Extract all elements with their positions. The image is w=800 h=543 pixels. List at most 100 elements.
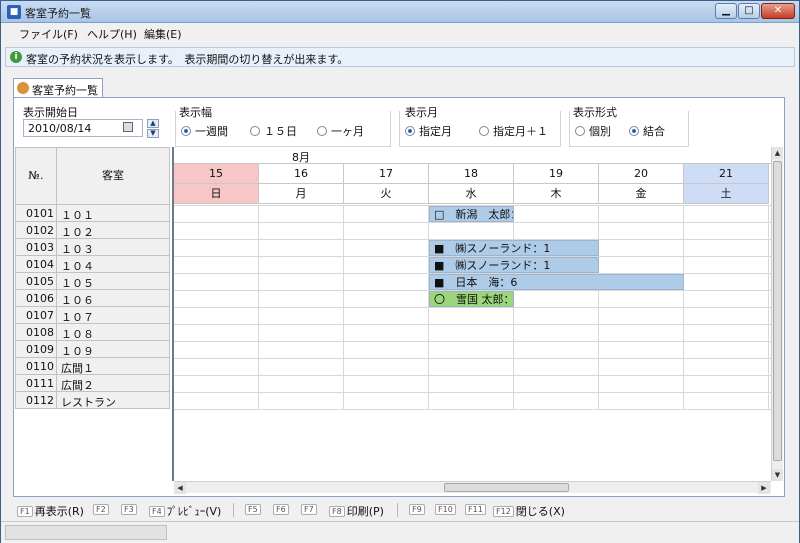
room-row[interactable]: 0111 広間２: [15, 375, 170, 392]
calendar-icon[interactable]: [123, 122, 133, 132]
day-weekday-header: 月: [259, 184, 344, 204]
room-number: 0109: [15, 341, 57, 358]
f3-button[interactable]: F3: [121, 503, 139, 517]
f4-button[interactable]: F4 ﾌﾟﾚﾋﾞｭｰ(V): [149, 503, 221, 518]
room-row[interactable]: 0107 １０７: [15, 307, 170, 324]
radio-specified-month[interactable]: 指定月: [405, 123, 452, 139]
f2-button[interactable]: F2: [93, 503, 111, 517]
room-number: 0111: [15, 375, 57, 392]
radio-15-days[interactable]: １５日: [250, 123, 297, 139]
booking-bar[interactable]: 〇 雪国 太郎：5: [429, 291, 514, 307]
close-button[interactable]: ✕: [761, 3, 795, 19]
room-row[interactable]: 0101 １０１: [15, 205, 170, 222]
radio-next-month[interactable]: 指定月＋１: [479, 123, 548, 139]
menu-bar: ファイル(F) ヘルプ(H) 編集(E): [1, 23, 799, 43]
room-row[interactable]: 0109 １０９: [15, 341, 170, 358]
grid-column-line: [768, 205, 769, 409]
room-name: レストラン: [57, 392, 170, 409]
title-bar: ■ 客室予約一覧 ▁ □ ✕: [1, 1, 799, 23]
schedule-grid[interactable]: 8月 15 日 16 月 17 火 18 水 19 木 20 金 21 土 □ 新潟 太郎： ■ ㈱スノーラ…: [174, 147, 771, 477]
menu-file[interactable]: ファイル(F): [19, 26, 78, 42]
booking-bar[interactable]: ■ ㈱スノーランド：1: [429, 257, 599, 273]
room-number: 0108: [15, 324, 57, 341]
status-pane: [5, 525, 167, 540]
room-row[interactable]: 0102 １０２: [15, 222, 170, 239]
day-date-header[interactable]: 18: [429, 164, 514, 184]
month-label: 8月: [292, 151, 310, 164]
day-weekday-header: 日: [174, 184, 259, 204]
spin-up-button[interactable]: ▲: [147, 119, 159, 128]
booking-bar[interactable]: □ 新潟 太郎：: [429, 206, 514, 222]
f10-button[interactable]: F10: [435, 503, 458, 517]
header-no: №.: [15, 147, 57, 205]
day-date-header[interactable]: 20: [599, 164, 684, 184]
room-number: 0103: [15, 239, 57, 256]
horizontal-scrollbar[interactable]: ◀ ▶: [174, 481, 771, 494]
grid-column-line: [683, 205, 684, 409]
horizontal-scroll-thumb[interactable]: [444, 483, 569, 492]
f9-button[interactable]: F9: [409, 503, 427, 517]
day-date-header[interactable]: 15: [174, 164, 259, 184]
day-date-header[interactable]: 17: [344, 164, 429, 184]
grid-row-line: [174, 222, 771, 223]
booking-bar[interactable]: ■ 日本 海：6: [429, 274, 684, 290]
scroll-down-button[interactable]: ▼: [772, 469, 783, 481]
vertical-scrollbar[interactable]: ▲ ▼: [771, 147, 783, 481]
room-row[interactable]: 0112 レストラン: [15, 392, 170, 409]
radio-individual[interactable]: 個別: [575, 123, 611, 139]
radio-one-month[interactable]: 一ヶ月: [317, 123, 364, 139]
menu-help[interactable]: ヘルプ(H): [87, 26, 137, 42]
day-weekday-header: 水: [429, 184, 514, 204]
room-row[interactable]: 0108 １０８: [15, 324, 170, 341]
info-text: 客室の予約状況を表示します。 表示期間の切り替えが出来ます。: [26, 53, 349, 66]
window-title: 客室予約一覧: [25, 7, 91, 20]
radio-combined[interactable]: 結合: [629, 123, 665, 139]
room-row[interactable]: 0106 １０６: [15, 290, 170, 307]
room-name: １０７: [57, 307, 170, 324]
menu-edit[interactable]: 編集(E): [144, 26, 182, 42]
room-name: １０６: [57, 290, 170, 307]
f11-button[interactable]: F11: [465, 503, 488, 517]
tab-label: 客室予約一覧: [32, 84, 98, 97]
f6-button[interactable]: F6: [273, 503, 291, 517]
day-date-header[interactable]: 16: [259, 164, 344, 184]
maximize-button[interactable]: □: [738, 3, 760, 19]
day-weekday-header: 火: [344, 184, 429, 204]
minimize-button[interactable]: ▁: [715, 3, 737, 19]
room-number: 0105: [15, 273, 57, 290]
grid-row-line: [174, 324, 771, 325]
grid-column-line: [598, 205, 599, 409]
function-key-bar: F1 再表示(R) F2 F3 F4 ﾌﾟﾚﾋﾞｭｰ(V) F5 F6 F7 F8 印…: [5, 501, 797, 519]
spin-down-button[interactable]: ▼: [147, 129, 159, 138]
radio-dot: [317, 126, 327, 136]
f7-button[interactable]: F7: [301, 503, 319, 517]
day-date-header[interactable]: 21: [684, 164, 769, 184]
user-icon: [17, 82, 29, 94]
f8-button[interactable]: F8 印刷(P): [329, 503, 384, 518]
scroll-right-button[interactable]: ▶: [758, 482, 770, 494]
vertical-scroll-thumb[interactable]: [773, 161, 782, 461]
f12-button[interactable]: F12 閉じる(X): [493, 503, 565, 518]
day-date-header[interactable]: 19: [514, 164, 599, 184]
grid-row-line: [174, 341, 771, 342]
room-name: １０２: [57, 222, 170, 239]
grid-column-line: [428, 205, 429, 409]
info-bar: i 客室の予約状況を表示します。 表示期間の切り替えが出来ます。: [5, 47, 795, 67]
room-list: №. 客室 0101 １０１ 0102 １０２ 0103 １０３ 0104 １０４ 0105 １０…: [15, 147, 170, 409]
room-number: 0107: [15, 307, 57, 324]
room-row[interactable]: 0104 １０４: [15, 256, 170, 273]
booking-bar[interactable]: ■ ㈱スノーランド：1: [429, 240, 599, 256]
scroll-up-button[interactable]: ▲: [772, 147, 783, 159]
radio-one-week[interactable]: 一週間: [181, 123, 228, 139]
room-row[interactable]: 0103 １０３: [15, 239, 170, 256]
room-row[interactable]: 0110 広間１: [15, 358, 170, 375]
tab-reservation-list[interactable]: 客室予約一覧: [13, 78, 103, 97]
f1-button[interactable]: F1 再表示(R): [17, 503, 84, 518]
app-window: ■ 客室予約一覧 ▁ □ ✕ ファイル(F) ヘルプ(H) 編集(E) i 客室…: [0, 0, 800, 543]
room-number: 0101: [15, 205, 57, 222]
grid-column-line: [513, 205, 514, 409]
scroll-left-button[interactable]: ◀: [174, 482, 186, 494]
f5-button[interactable]: F5: [245, 503, 263, 517]
room-row[interactable]: 0105 １０５: [15, 273, 170, 290]
day-weekday-header: 木: [514, 184, 599, 204]
